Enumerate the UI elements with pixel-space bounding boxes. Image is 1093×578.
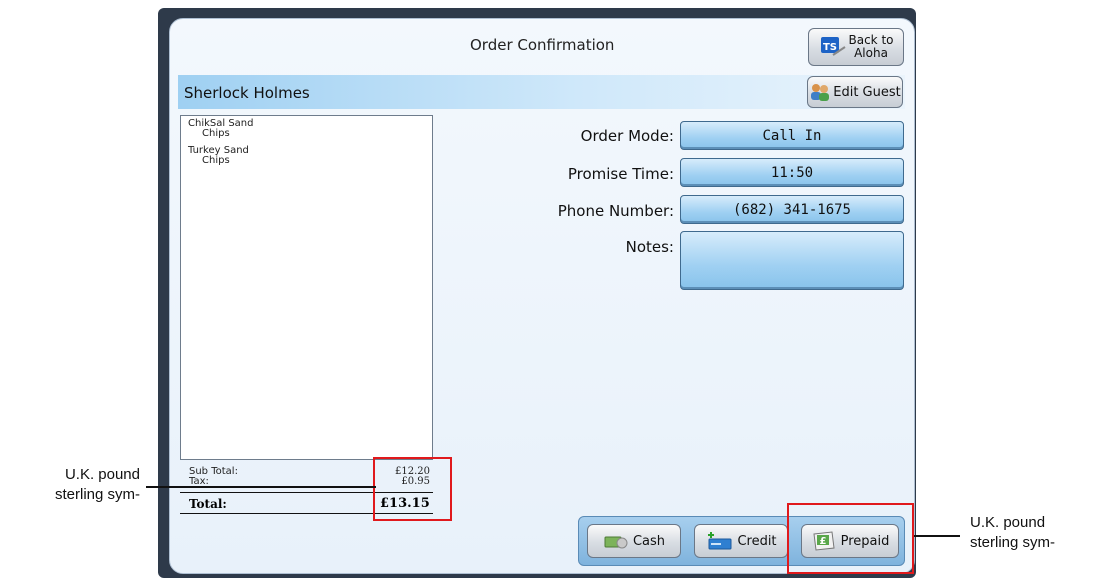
list-item-modifier: Chips [202,128,230,139]
callout-line-left [146,486,376,488]
cash-icon [604,536,628,549]
promise-time-button[interactable]: 11:50 [680,158,904,187]
total-label: Total: [189,497,227,511]
page-title: Order Confirmation [470,36,615,54]
back-label-line1: Back to [848,33,894,47]
promise-time-label: Promise Time: [567,165,674,183]
credit-button[interactable]: Credit [694,524,788,558]
back-to-aloha-button[interactable]: TS Back to Aloha [808,28,904,66]
callout-left-line2: sterling sym- [54,486,140,503]
order-mode-label: Order Mode: [580,127,674,145]
ts-logo-icon: TS [820,37,846,56]
cash-button[interactable]: Cash [587,524,681,558]
highlight-box-totals [373,457,452,521]
svg-text:TS: TS [822,42,836,53]
order-mode-button[interactable]: Call In [680,121,904,150]
edit-guest-button[interactable]: Edit Guest [807,76,903,108]
back-label-line2: Aloha [854,46,888,60]
phone-number-button[interactable]: (682) 341-1675 [680,195,904,224]
users-icon [811,84,830,101]
callout-right-line1: U.K. pound [970,514,1046,531]
callout-left-line1: U.K. pound [64,466,140,483]
credit-card-icon [708,532,732,550]
edit-guest-label: Edit Guest [833,84,901,100]
callout-right-line2: sterling sym- [970,534,1056,551]
phone-number-label: Phone Number: [557,202,674,220]
notes-label: Notes: [625,238,674,256]
cash-label: Cash [632,533,666,549]
callout-text-left: U.K. pound sterling sym- [0,465,140,505]
callout-line-right [914,535,960,537]
list-item-modifier: Chips [202,155,230,166]
highlight-box-prepaid [787,503,914,574]
guest-name: Sherlock Holmes [184,84,310,102]
credit-label: Credit [737,533,777,549]
notes-field[interactable] [680,231,904,290]
callout-text-right: U.K. pound sterling sym- [970,513,1090,553]
order-receipt-list[interactable] [180,115,433,460]
